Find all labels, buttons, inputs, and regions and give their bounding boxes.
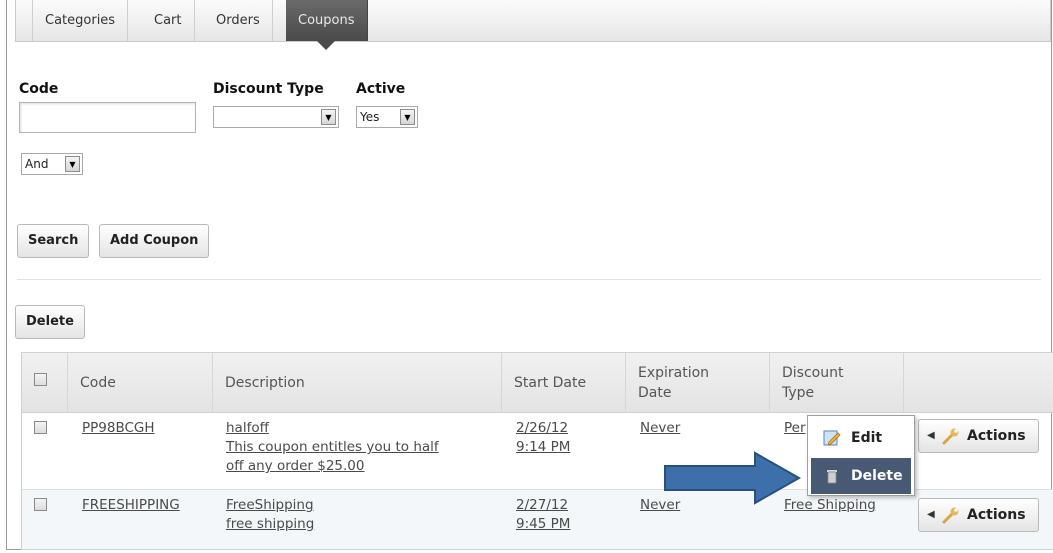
add-coupon-button[interactable]: Add Coupon — [99, 224, 210, 258]
row-checkbox[interactable] — [34, 498, 47, 511]
header-select-all-cell — [22, 353, 68, 413]
discount-type-select[interactable]: ▼ — [213, 106, 339, 128]
description-line[interactable]: FreeShipping — [226, 496, 314, 515]
coupon-code-link[interactable]: FREESHIPPING — [82, 496, 180, 515]
caret-left-icon: ◀ — [927, 509, 935, 520]
description-line[interactable]: off any order $25.00 — [226, 457, 439, 476]
active-select[interactable]: Yes ▼ — [356, 106, 418, 128]
actions-label: Actions — [967, 428, 1026, 444]
header-expiration-line1: Expiration — [638, 365, 710, 381]
description-line[interactable]: This coupon entitles you to half — [226, 438, 439, 457]
discount-type-label: Discount Type — [213, 81, 324, 97]
admin-panel: Categories Cart Orders Coupons Code Disc… — [6, 0, 1053, 550]
header-discount-line2: Type — [782, 385, 815, 401]
start-date-cell: 2/26/12 9:14 PM — [516, 419, 570, 457]
start-time-line[interactable]: 9:45 PM — [516, 515, 570, 534]
tab-coupons[interactable]: Coupons — [286, 0, 368, 50]
menu-item-edit-label: Edit — [851, 430, 883, 446]
header-discount-type[interactable]: Discount Type — [770, 353, 904, 413]
row-checkbox[interactable] — [34, 421, 47, 434]
edit-icon — [823, 430, 841, 446]
tab-bar: Categories Cart Orders Coupons — [15, 0, 1051, 50]
table-header: Code Description Start Date Expiration D… — [22, 353, 1053, 413]
description-cell: FreeShipping free shipping — [226, 496, 314, 534]
start-date-cell: 2/27/12 9:45 PM — [516, 496, 570, 534]
actions-context-menu: Edit Delete — [807, 415, 915, 496]
expiration-link[interactable]: Never — [640, 419, 680, 438]
wrench-icon — [942, 507, 959, 524]
trash-icon — [827, 470, 837, 484]
active-label: Active — [356, 81, 406, 97]
operator-select[interactable]: And ▼ — [21, 153, 83, 175]
operator-value: And — [25, 157, 49, 171]
chevron-down-icon: ▼ — [400, 109, 415, 125]
description-line[interactable]: free shipping — [226, 515, 314, 534]
discount-type-link[interactable]: Per — [784, 419, 806, 438]
header-expiration-date[interactable]: Expiration Date — [626, 353, 770, 413]
header-code[interactable]: Code — [68, 353, 213, 413]
header-start-date[interactable]: Start Date — [502, 353, 626, 413]
active-tab-pointer — [317, 41, 336, 50]
table-row: FREESHIPPING FreeShipping free shipping … — [22, 490, 1053, 549]
header-description[interactable]: Description — [213, 353, 502, 413]
chevron-down-icon: ▼ — [65, 156, 80, 172]
wrench-icon — [942, 428, 959, 445]
section-divider — [17, 279, 1041, 280]
actions-button[interactable]: ◀ Actions — [918, 419, 1039, 453]
header-expiration-line2: Date — [638, 385, 672, 401]
description-cell: halfoff This coupon entitles you to half… — [226, 419, 439, 476]
tab-categories[interactable]: Categories — [32, 0, 129, 41]
coupon-code-link[interactable]: PP98BCGH — [82, 419, 155, 438]
search-button[interactable]: Search — [17, 224, 90, 258]
caret-left-icon: ◀ — [927, 430, 935, 441]
menu-item-edit[interactable]: Edit — [811, 420, 911, 456]
code-label: Code — [19, 81, 59, 97]
tab-coupons-label: Coupons — [298, 13, 355, 28]
menu-item-delete[interactable]: Delete — [811, 458, 911, 494]
start-time-line[interactable]: 9:14 PM — [516, 438, 570, 457]
header-actions — [904, 353, 1053, 413]
code-input[interactable] — [19, 102, 196, 133]
actions-button[interactable]: ◀ Actions — [918, 498, 1039, 532]
start-date-line[interactable]: 2/27/12 — [516, 496, 570, 515]
header-discount-line1: Discount — [782, 365, 844, 381]
select-all-checkbox[interactable] — [34, 373, 47, 386]
tab-orders[interactable]: Orders — [204, 0, 273, 41]
chevron-down-icon: ▼ — [321, 109, 336, 125]
start-date-line[interactable]: 2/26/12 — [516, 419, 570, 438]
active-value: Yes — [360, 110, 380, 124]
description-line[interactable]: halfoff — [226, 419, 439, 438]
actions-label: Actions — [967, 507, 1026, 523]
menu-item-delete-label: Delete — [851, 468, 903, 484]
bulk-delete-button[interactable]: Delete — [15, 305, 85, 339]
tab-cart[interactable]: Cart — [142, 0, 195, 41]
callout-arrow-icon — [664, 451, 802, 505]
